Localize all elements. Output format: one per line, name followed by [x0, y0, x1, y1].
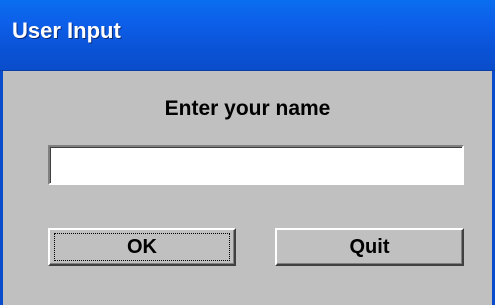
name-input[interactable]	[48, 145, 464, 185]
dialog-body: Enter your name OK Quit	[0, 71, 495, 305]
user-input-window: User Input Enter your name OK Quit	[0, 0, 495, 305]
name-prompt-label: Enter your name	[164, 97, 331, 120]
quit-button[interactable]: Quit	[275, 228, 464, 266]
window-title: User Input	[12, 18, 121, 43]
title-bar[interactable]: User Input	[0, 0, 495, 71]
ok-button-label: OK	[127, 235, 157, 258]
quit-button-label: Quit	[349, 235, 390, 258]
ok-button[interactable]: OK	[48, 228, 236, 266]
